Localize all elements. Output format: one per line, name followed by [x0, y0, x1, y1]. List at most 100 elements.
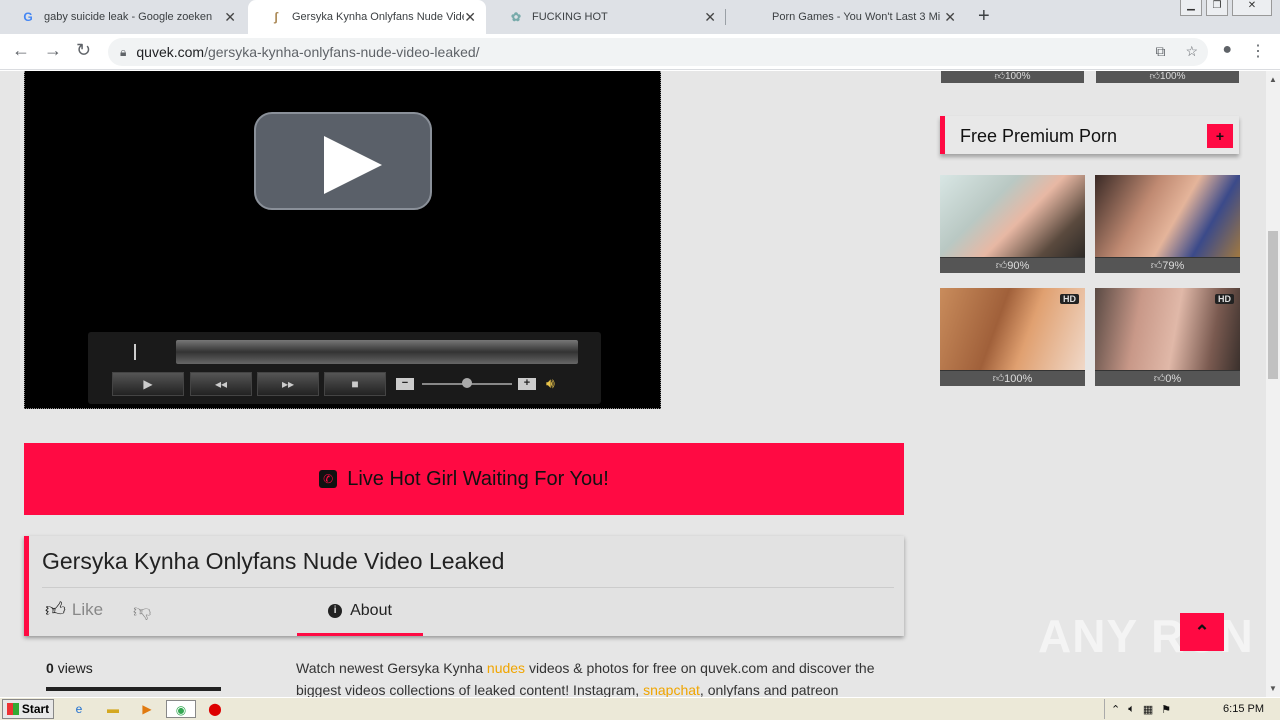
site-favicon-icon: ʃ — [274, 10, 278, 24]
views-bar — [46, 687, 221, 691]
tab-about[interactable]: i About — [297, 588, 423, 636]
thumb-rating: 👍︎0% — [1095, 370, 1240, 386]
back-icon[interactable]: ← — [12, 40, 30, 61]
close-tab-icon[interactable]: ✕ — [464, 9, 476, 26]
thumbnail-image — [940, 175, 1085, 257]
stop-button[interactable]: ■ — [324, 372, 386, 396]
thumbnail-image — [1095, 175, 1240, 257]
address-bar[interactable]: 🔒︎ quvek.com/gersyka-kynha-onlyfans-nude… — [108, 38, 1208, 66]
media-player-icon[interactable]: ▶ — [138, 700, 156, 718]
time-marker — [134, 344, 136, 360]
widget-title: Free Premium Porn — [960, 126, 1118, 146]
thumb-rating: 👍︎100% — [940, 370, 1085, 386]
thumbnail-image: HD — [940, 288, 1085, 370]
bookmark-star-icon[interactable]: ☆ — [1185, 43, 1198, 60]
close-tab-icon[interactable]: ✕ — [224, 9, 236, 26]
video-thumbnail[interactable]: 👍︎90% — [940, 175, 1085, 273]
info-icon: i — [328, 603, 343, 618]
snapchat-link[interactable]: snapchat — [643, 682, 700, 697]
play-icon — [324, 136, 382, 194]
close-window-icon[interactable]: ✕ — [1232, 0, 1272, 16]
thumb-rating: 👍︎79% — [1095, 257, 1240, 273]
flag-icon[interactable]: ⚑ — [1161, 703, 1171, 716]
thumbs-up-icon: 👍︎ — [45, 599, 66, 621]
like-button[interactable]: 👍︎ Like — [45, 598, 103, 622]
widget-plus-button[interactable]: + — [1207, 124, 1233, 148]
video-info-box: Gersyka Kynha Onlyfans Nude Video Leaked… — [24, 536, 904, 636]
blocked-popup-icon[interactable]: ⧉ — [1155, 43, 1165, 60]
windows-taskbar: Start e ▬ ▶ ◉ ⬤ ⌃ 🔈︎ ▦ ⚑ 6:15 PM — [0, 697, 1280, 720]
video-thumbnail[interactable]: HD 👍︎0% — [1095, 288, 1240, 386]
big-play-button[interactable] — [254, 112, 432, 210]
phone-icon: ✆ — [319, 470, 338, 488]
hd-badge: HD — [1215, 294, 1234, 304]
profile-avatar-icon[interactable]: ● — [1222, 41, 1232, 61]
scroll-down-icon[interactable]: ▼ — [1269, 684, 1277, 693]
forward-icon[interactable]: → — [44, 40, 62, 61]
play-button[interactable]: ▶ — [112, 372, 184, 396]
reload-icon[interactable]: ↻ — [76, 40, 91, 61]
url-domain: quvek.com — [136, 44, 205, 60]
new-tab-button[interactable]: + — [978, 5, 990, 28]
hd-badge: HD — [1060, 294, 1079, 304]
back-to-top-button[interactable]: ⌃ — [1180, 613, 1224, 651]
views-counter: 0 views — [46, 660, 93, 676]
live-girl-cta-button[interactable]: ✆ Live Hot Girl Waiting For You! — [24, 443, 904, 515]
google-g-icon: G — [23, 10, 33, 24]
opera-icon[interactable]: ⬤ — [206, 700, 224, 718]
volume-knob[interactable] — [462, 378, 472, 388]
seek-bar[interactable] — [176, 340, 578, 364]
player-controls: ▶ ◂◂ ▸▸ ■ − + 🔊︎ — [88, 332, 601, 404]
tab-current-page[interactable]: ʃ Gersyka Kynha Onlyfans Nude Video Leak… — [248, 0, 486, 34]
chrome-icon[interactable]: ◉ — [166, 700, 196, 718]
rewind-button[interactable]: ◂◂ — [190, 372, 252, 396]
loading-icon: ✿ — [510, 10, 522, 24]
volume-slider[interactable] — [422, 378, 512, 388]
video-thumbnail[interactable]: 👍︎79% — [1095, 175, 1240, 273]
nudes-link[interactable]: nudes — [487, 660, 525, 676]
url-path: /gersyka-kynha-onlyfans-nude-video-leake… — [204, 44, 480, 60]
thumbnail-image: HD — [1095, 288, 1240, 370]
start-button[interactable]: Start — [2, 699, 54, 719]
menu-dots-icon[interactable]: ⋮ — [1250, 41, 1266, 61]
video-thumbnail[interactable]: HD 👍︎100% — [940, 288, 1085, 386]
cta-label: Live Hot Girl Waiting For You! — [347, 467, 609, 490]
page-scrollbar[interactable]: ▲ ▼ — [1266, 71, 1280, 697]
volume-down-button[interactable]: − — [396, 378, 414, 390]
scroll-up-icon[interactable]: ▲ — [1269, 75, 1277, 84]
speaker-icon[interactable]: 🔊︎ — [546, 375, 555, 392]
scrollbar-thumb[interactable] — [1268, 231, 1278, 379]
close-tab-icon[interactable]: ✕ — [944, 9, 956, 26]
divider — [42, 587, 894, 588]
about-label: About — [350, 601, 392, 619]
minimize-icon[interactable]: ▁ — [1180, 0, 1202, 16]
volume-icon[interactable]: 🔈︎ — [1128, 703, 1135, 716]
network-icon[interactable]: ▦ — [1143, 703, 1153, 716]
tab-bar: G gaby suicide leak - Google zoeken ✕ ʃ … — [0, 0, 1280, 34]
fast-forward-button[interactable]: ▸▸ — [257, 372, 319, 396]
system-tray: ⌃ 🔈︎ ▦ ⚑ 6:15 PM — [1104, 699, 1280, 719]
windows-logo-icon — [6, 703, 19, 715]
volume-up-button[interactable]: + — [518, 378, 536, 390]
video-description: Watch newest Gersyka Kynha nudes videos … — [296, 660, 875, 697]
tray-expand-icon[interactable]: ⌃ — [1111, 703, 1120, 716]
like-label: Like — [71, 600, 104, 619]
folder-icon[interactable]: ▬ — [104, 700, 122, 718]
free-premium-widget-header: Free Premium Porn + — [940, 116, 1239, 154]
tab-google-search[interactable]: G gaby suicide leak - Google zoeken ✕ — [0, 0, 246, 34]
lock-icon: 🔒︎ — [120, 44, 127, 59]
window-controls: ▁ ❐ ✕ — [1180, 0, 1272, 16]
tab-fucking-hot[interactable]: ✿ FUCKING HOT ✕ — [488, 0, 726, 34]
video-title: Gersyka Kynha Onlyfans Nude Video Leaked — [42, 548, 505, 574]
ie-icon[interactable]: e — [70, 700, 88, 718]
restore-icon[interactable]: ❐ — [1206, 0, 1228, 16]
video-player[interactable]: ▶ ◂◂ ▸▸ ■ − + 🔊︎ — [24, 71, 661, 409]
thumb-rating: 👍︎90% — [940, 257, 1085, 273]
clock: 6:15 PM — [1223, 703, 1264, 715]
thumb-rating: 👍︎100% — [1096, 71, 1239, 83]
thumbs-down-icon[interactable]: 👎︎ — [133, 600, 151, 622]
close-tab-icon[interactable]: ✕ — [704, 9, 716, 26]
page-content: ▶ ◂◂ ▸▸ ■ − + 🔊︎ ✆ Live Hot Girl Waiting… — [0, 71, 1266, 697]
thumb-rating: 👍︎100% — [941, 71, 1084, 83]
tab-porn-games[interactable]: Porn Games - You Won't Last 3 Minutes ✕ — [728, 0, 966, 34]
